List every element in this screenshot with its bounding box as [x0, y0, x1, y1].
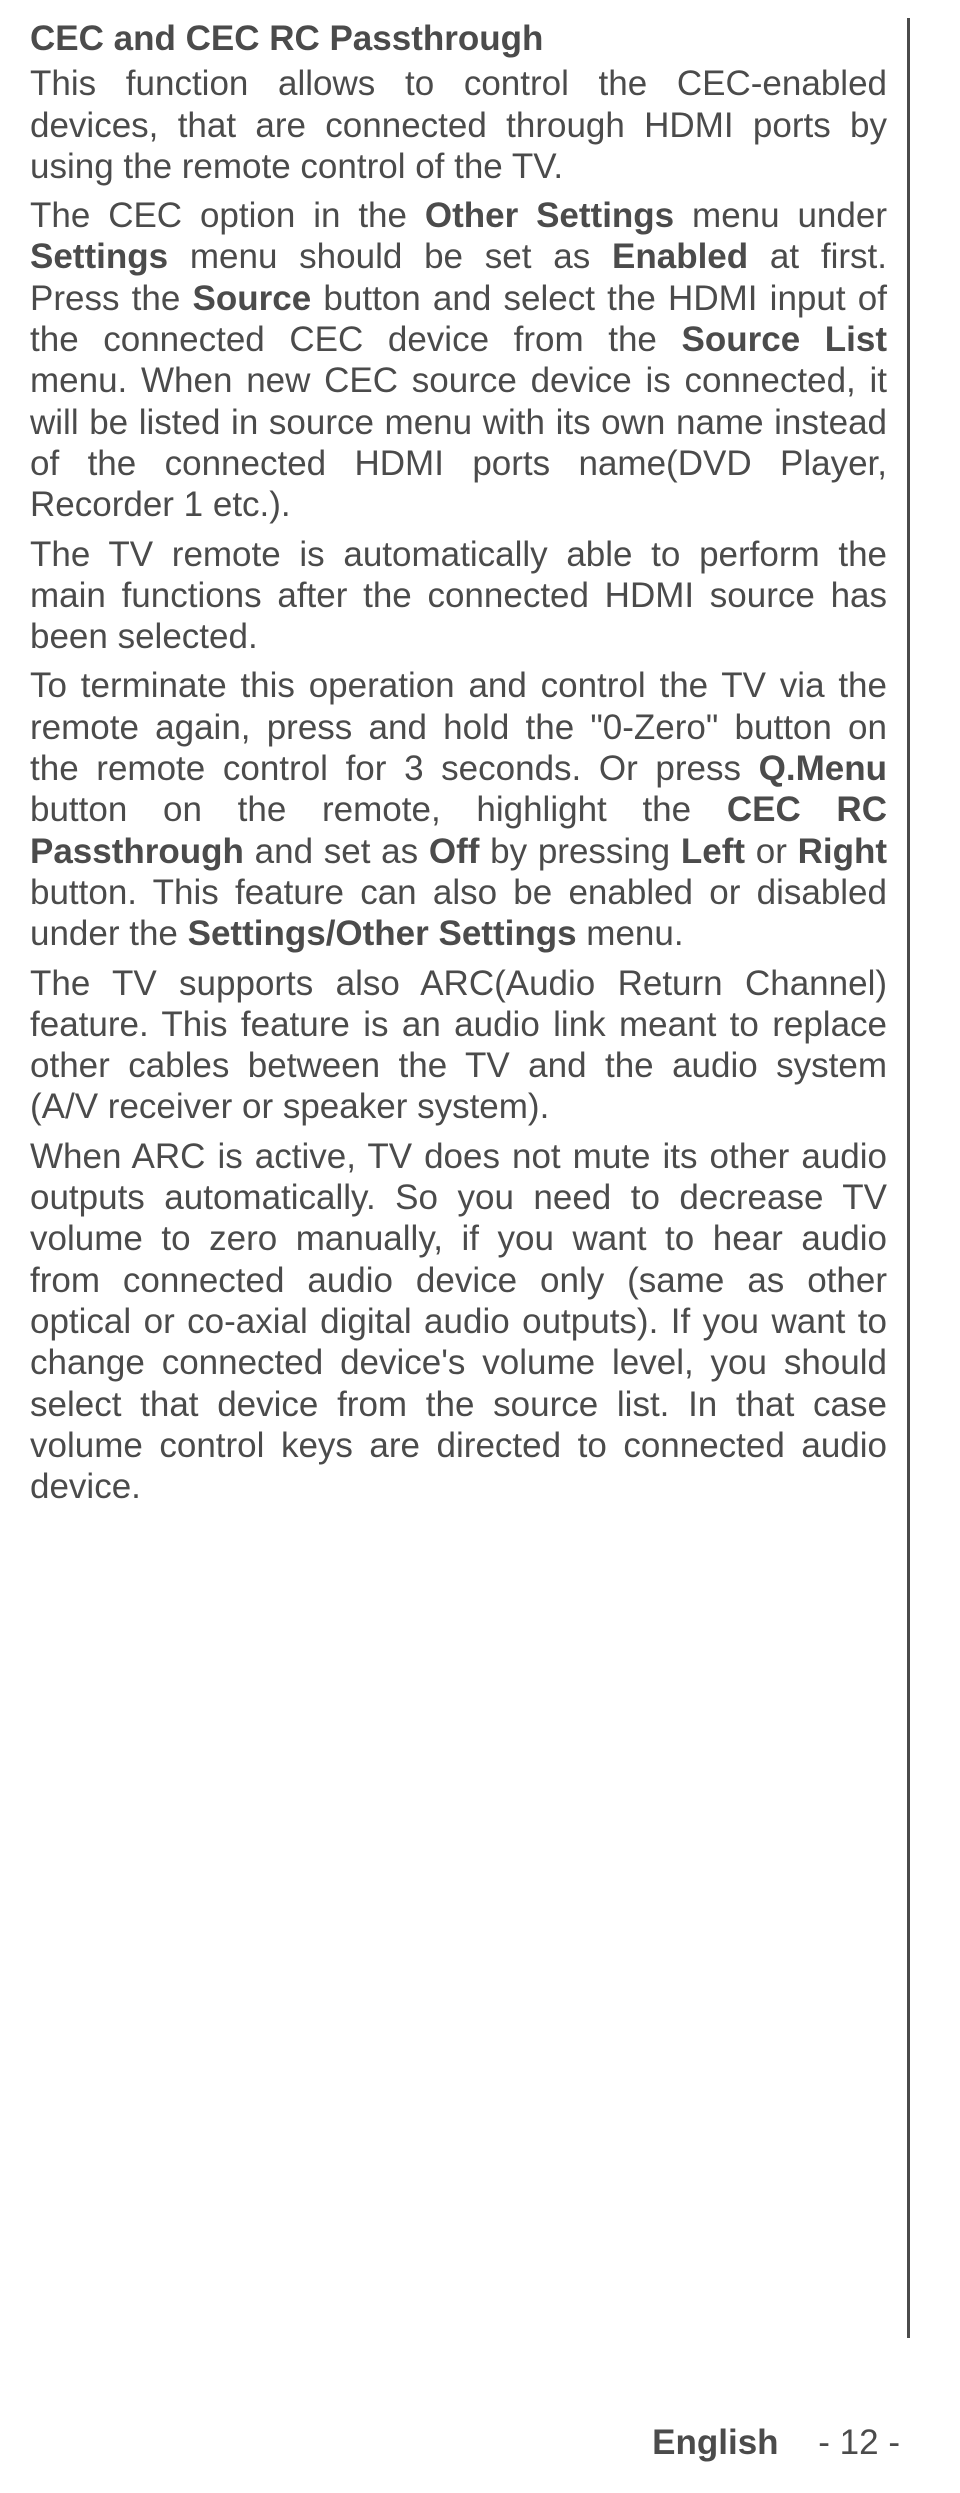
paragraph-4: To terminate this operation and control …	[30, 665, 887, 954]
page-footer: English - 12 -	[652, 2423, 900, 2463]
text-run: menu should be set as	[168, 237, 612, 276]
bold-other-settings: Other Settings	[425, 196, 674, 235]
bold-settings-other-settings: Settings/Other Settings	[188, 914, 577, 953]
footer-language: English	[652, 2423, 778, 2462]
bold-off: Off	[429, 832, 480, 871]
paragraph-6: When ARC is active, TV does not mute its…	[30, 1136, 887, 1508]
text-run: and set as	[244, 832, 429, 871]
bold-left: Left	[681, 832, 745, 871]
text-run: menu under	[674, 196, 887, 235]
section-heading: CEC and CEC RC Passthrough	[30, 18, 887, 59]
text-column: CEC and CEC RC Passthrough This function…	[30, 18, 910, 2338]
footer-page-number: - 12 -	[818, 2423, 900, 2462]
paragraph-1: This function allows to control the CEC-…	[30, 63, 887, 187]
text-run: or	[745, 832, 798, 871]
bold-enabled: Enabled	[612, 237, 748, 276]
paragraph-2: The CEC option in the Other Settings men…	[30, 195, 887, 525]
bold-settings: Settings	[30, 237, 168, 276]
paragraph-5: The TV supports also ARC(Audio Return Ch…	[30, 963, 887, 1128]
document-page: CEC and CEC RC Passthrough This function…	[0, 0, 960, 2493]
bold-source-list: Source List	[682, 320, 887, 359]
text-run: button on the remote, highlight the	[30, 790, 727, 829]
text-run: menu. When new CEC source device is conn…	[30, 361, 887, 524]
bold-source: Source	[193, 279, 312, 318]
bold-qmenu: Q.Menu	[759, 749, 887, 788]
text-run: by pressing	[479, 832, 680, 871]
text-run: menu.	[577, 914, 684, 953]
paragraph-3: The TV remote is automatically able to p…	[30, 534, 887, 658]
bold-right: Right	[798, 832, 887, 871]
text-run: The CEC option in the	[30, 196, 425, 235]
